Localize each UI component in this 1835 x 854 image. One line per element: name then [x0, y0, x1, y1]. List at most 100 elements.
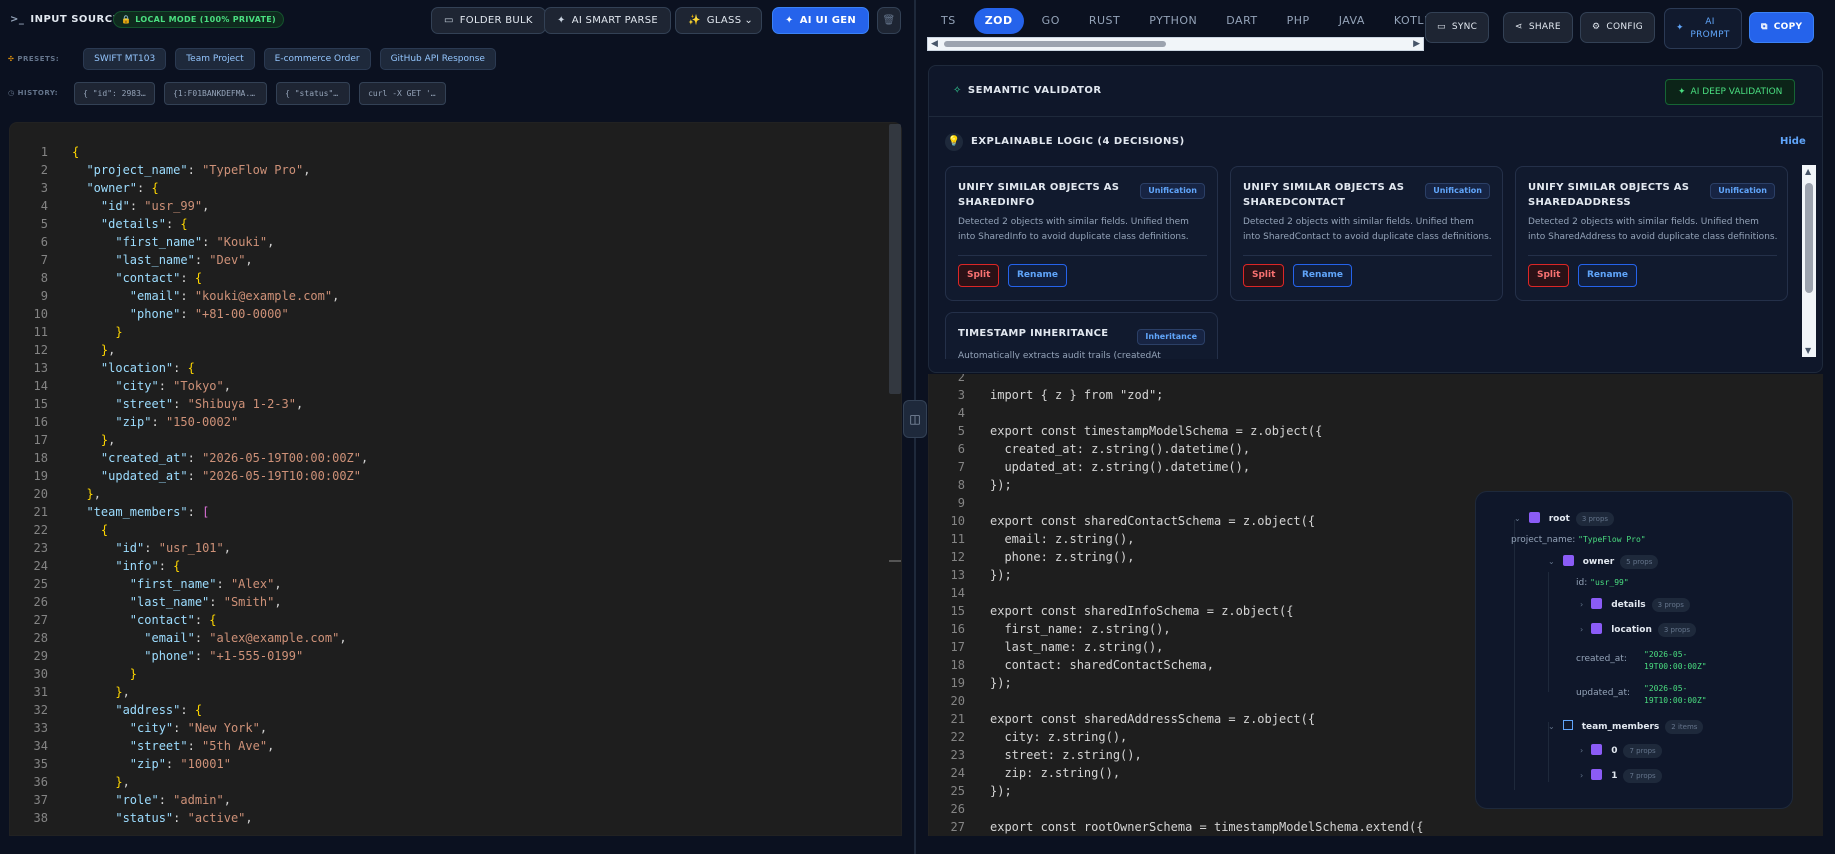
rename-button[interactable]: Rename [1578, 264, 1637, 287]
line-content: }, [100, 433, 116, 447]
json-input-editor[interactable]: 1{2 "project_name": "TypeFlow Pro", 3 "ow… [9, 122, 902, 836]
tab-php[interactable]: PHP [1276, 8, 1321, 34]
tree-prop-value: "2026-05- 19T10:00:00Z" [1644, 684, 1707, 705]
tree-prop: project_name: "TypeFlow Pro" [1511, 535, 1646, 545]
trash-icon[interactable]: 🗑 [877, 7, 901, 34]
line-number: 19 [950, 676, 965, 690]
line-number: 5 [40, 217, 48, 231]
split-button[interactable]: Split [1243, 264, 1285, 287]
line-content: "info": { [115, 559, 181, 573]
line-number: 14 [33, 379, 48, 393]
tree-node-location[interactable]: › location 3 props [1580, 623, 1697, 637]
tree-node-team-members[interactable]: ⌄ team_members 2 items [1548, 720, 1704, 734]
smart-parse-button[interactable]: ✦ AI SMART PARSE [544, 7, 672, 34]
scroll-thumb[interactable] [1805, 183, 1813, 293]
line-number: 13 [33, 361, 48, 375]
glass-theme-select[interactable]: ✨ GLASS ⌄ [675, 7, 762, 34]
rename-button[interactable]: Rename [1008, 264, 1067, 287]
line-number: 6 [40, 235, 48, 249]
rename-button[interactable]: Rename [1293, 264, 1352, 287]
code-line: 4 [929, 404, 1809, 422]
history-chip[interactable]: { "id": 29837... [74, 81, 156, 105]
scroll-thumb[interactable] [944, 41, 1166, 47]
cube-icon [1591, 744, 1603, 755]
explainable-logic-title: 💡 EXPLAINABLE LOGIC (4 DECISIONS) [945, 133, 1185, 151]
line-content: }); [990, 568, 1012, 582]
history-chip[interactable]: {1:F01BANKDEFMA... [164, 81, 268, 105]
editor-scrollbar[interactable] [889, 124, 901, 394]
copy-button[interactable]: ⧉ COPY [1749, 12, 1815, 43]
chevron-right-icon: › [1580, 625, 1584, 634]
lock-icon: 🔒 [121, 15, 132, 24]
line-content: }, [115, 775, 130, 789]
code-line: 27 "contact": { [10, 611, 890, 629]
share-button[interactable]: ⋖ SHARE [1503, 12, 1573, 43]
chevron-right-icon: › [1580, 771, 1584, 780]
hide-link[interactable]: Hide [1780, 136, 1806, 147]
scroll-left-icon[interactable]: ◀ [931, 38, 938, 50]
line-number: 1 [40, 145, 48, 159]
code-line: 24 "info": { [10, 557, 890, 575]
decision-card: TIMESTAMP INHERITANCE Inheritance Automa… [945, 312, 1218, 359]
gear-icon: ⚙ [1592, 22, 1601, 32]
code-line: 27 export const rootOwnerSchema = timesta… [929, 818, 1809, 836]
ai-deep-validation-button[interactable]: ✦ AI DEEP VALIDATION [1665, 79, 1796, 105]
ai-ui-gen-button[interactable]: ✦ AI UI GEN [772, 7, 870, 34]
line-content: "street": "5th Ave", [129, 739, 275, 753]
tab-python[interactable]: PYTHON [1138, 8, 1208, 34]
tree-node-member[interactable]: › 0 7 props [1580, 744, 1662, 758]
split-button[interactable]: Split [958, 264, 1000, 287]
scroll-up-icon[interactable]: ▲ [1805, 167, 1811, 176]
tree-node-details[interactable]: › details 3 props [1580, 598, 1690, 612]
line-number: 21 [33, 505, 48, 519]
sidebar-toggle-icon[interactable]: ◫ [903, 400, 927, 438]
decision-card: UNIFY SIMILAR OBJECTS AS SHAREDADDRESS U… [1515, 166, 1788, 301]
tab-dart[interactable]: DART [1215, 8, 1268, 34]
sparkles-icon: ✨ [688, 15, 701, 26]
tree-node-root[interactable]: ⌄ root 3 props [1514, 512, 1615, 526]
line-number: 26 [33, 595, 48, 609]
line-number: 18 [33, 451, 48, 465]
split-button[interactable]: Split [1528, 264, 1570, 287]
cube-icon [1562, 555, 1574, 566]
line-number: 12 [950, 550, 965, 564]
tab-zod[interactable]: ZOD [973, 8, 1024, 34]
preset-chip[interactable]: E-commerce Order [263, 48, 371, 70]
preset-chip[interactable]: SWIFT MT103 [83, 48, 167, 70]
card-title: UNIFY SIMILAR OBJECTS AS SHAREDADDRESS [1528, 182, 1690, 208]
tab-rust[interactable]: RUST [1078, 8, 1131, 34]
code-line: 10 "phone": "+81-00-0000" [10, 305, 890, 323]
preset-chip[interactable]: Team Project [175, 48, 255, 70]
preset-chip[interactable]: GitHub API Response [379, 48, 496, 70]
chevron-down-icon: ⌄ [1514, 514, 1521, 523]
tab-go[interactable]: GO [1031, 8, 1071, 34]
cube-icon [1591, 623, 1603, 634]
card-tag: Inheritance [1137, 329, 1205, 345]
sparkle-icon: ✦ [1676, 23, 1684, 33]
folder-bulk-button[interactable]: ▭ FOLDER BULK [431, 7, 546, 34]
config-button[interactable]: ⚙ CONFIG [1580, 12, 1656, 43]
code-line: 16 "zip": "150-0002" [10, 413, 890, 431]
tab-java[interactable]: JAVA [1328, 8, 1376, 34]
line-content: "contact": { [129, 613, 217, 627]
line-number: 22 [33, 523, 48, 537]
semantic-validator-panel: ✧ SEMANTIC VALIDATOR ✦ AI DEEP VALIDATION … [928, 65, 1823, 373]
line-content: "phone": "+81-00-0000" [129, 307, 289, 321]
tab-ts[interactable]: TS [930, 8, 967, 34]
line-number: 6 [957, 442, 965, 456]
tree-prop: id: "usr_99" [1576, 578, 1629, 588]
tree-node-owner[interactable]: ⌄ owner 5 props [1548, 555, 1659, 569]
code-line: 32 "address": { [10, 701, 890, 719]
sync-button[interactable]: ▭ SYNC [1425, 12, 1490, 43]
history-chip[interactable]: { "status": "... [276, 81, 351, 105]
tree-node-member[interactable]: › 1 7 props [1580, 769, 1662, 783]
scroll-down-icon[interactable]: ▼ [1805, 346, 1811, 355]
ai-prompt-button[interactable]: ✦ AI PROMPT [1664, 8, 1742, 49]
share-icon: ⋖ [1515, 22, 1523, 32]
tabs-scrollbar[interactable]: ◀ ▶ [927, 37, 1424, 51]
history-chip[interactable]: curl -X GET 'ht... [359, 81, 447, 105]
line-content: "contact": { [115, 271, 203, 285]
scroll-right-icon[interactable]: ▶ [1413, 38, 1420, 50]
cards-scrollbar[interactable]: ▲ ▼ [1802, 165, 1816, 357]
line-number: 18 [950, 658, 965, 672]
